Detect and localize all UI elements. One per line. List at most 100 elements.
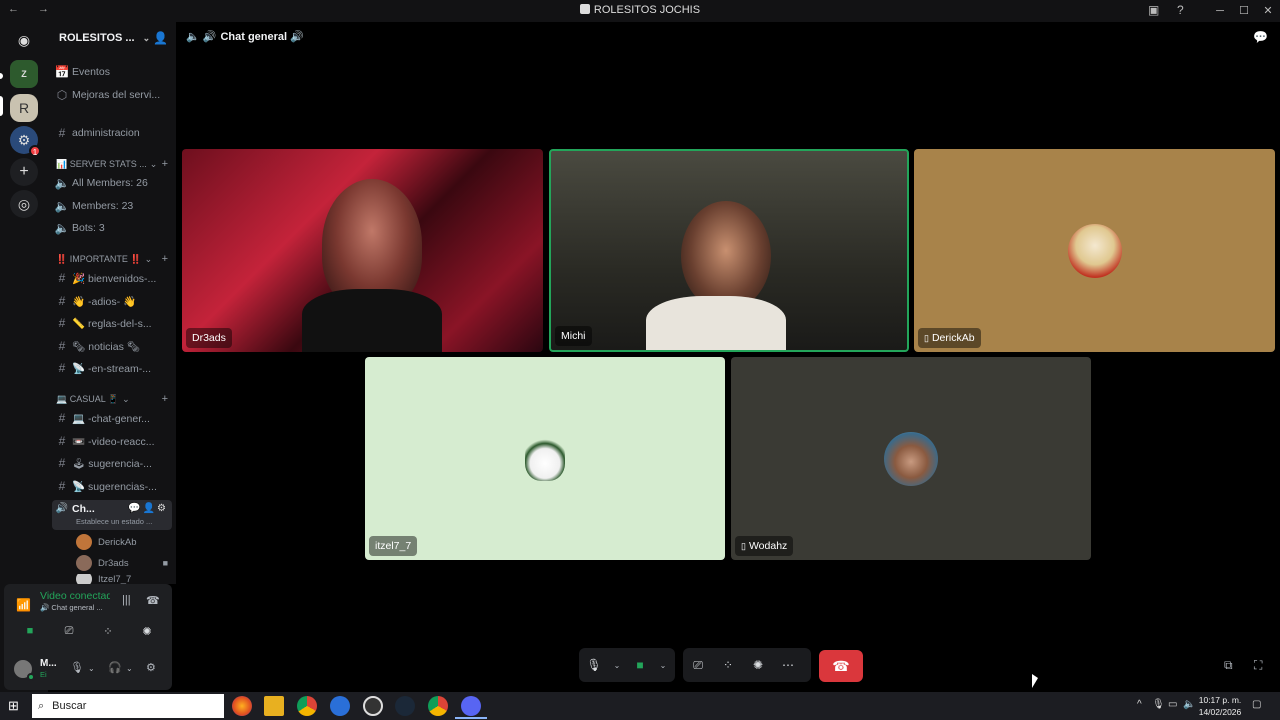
popout-icon[interactable]: ⧉ — [1224, 658, 1233, 673]
discover-icon[interactable]: ◎ — [10, 190, 38, 218]
channel-sugerencia[interactable]: # 🕹 sugerencia-... — [52, 453, 172, 473]
taskbar-search[interactable]: ⌕ Buscar — [32, 694, 224, 718]
microphone-icon[interactable]: 🎙 — [70, 661, 84, 674]
chevron-down-icon[interactable]: ⌄ — [655, 651, 671, 679]
stat-members[interactable]: 🔈 Members: 23 — [52, 196, 172, 216]
discord-home-icon[interactable]: ◉ — [10, 26, 38, 54]
noise-suppression-icon[interactable]: ||| — [122, 594, 131, 606]
voice-user-itzel[interactable]: Itzel7_7 — [76, 574, 172, 584]
add-server-icon[interactable]: + — [10, 158, 38, 186]
voice-channel-chat-general[interactable]: 🔊 Ch... 💬👤⚙ Establece un estado ... — [52, 500, 172, 530]
soundboard-button[interactable]: ✺ — [129, 620, 165, 642]
participant-name: Wodahz — [748, 540, 788, 552]
file-explorer-icon[interactable] — [264, 696, 284, 716]
channel-label: 📡 sugerencias-... — [72, 480, 157, 493]
title-bar: ← → ROLESITOS JOCHIS ▣ ? ─ ☐ ✕ — [0, 0, 1280, 22]
add-channel-icon[interactable]: + — [162, 393, 168, 405]
headphones-icon[interactable]: 🎧 — [108, 661, 122, 674]
video-tile-wodahz[interactable]: ▯ Wodahz — [731, 357, 1091, 560]
system-clock[interactable]: 10:17 p. m. 14/02/2026 — [1198, 694, 1242, 718]
channel-administracion[interactable]: # administracion — [52, 123, 172, 143]
minimize-button[interactable]: ─ — [1208, 0, 1232, 22]
activities-button[interactable]: ⁘ — [90, 620, 126, 642]
category-label: ‼️ IMPORTANTE ‼️ — [56, 253, 142, 264]
user-name[interactable]: M... — [40, 658, 57, 669]
channel-mejoras[interactable]: ⬡ Mejoras del servi... — [52, 85, 172, 105]
voice-user-derickab[interactable]: DerickAb — [76, 532, 172, 552]
chrome-icon[interactable] — [297, 696, 317, 716]
tray-mic-icon[interactable]: 🎙 — [1152, 699, 1165, 710]
volume-icon[interactable]: 🔈 — [1183, 699, 1195, 710]
voice-user-dr3ads[interactable]: Dr3ads ■ — [76, 553, 172, 573]
activities-button[interactable]: ⁘ — [713, 651, 743, 679]
firefox-icon[interactable] — [232, 696, 252, 716]
category-server-stats[interactable]: 📊 SERVER STATS ... ⌄ + — [56, 157, 172, 171]
channel-sugerencias[interactable]: # 📡 sugerencias-... — [52, 476, 172, 496]
chrome-profile-icon[interactable] — [428, 696, 448, 716]
steam-icon[interactable] — [395, 696, 415, 716]
help-icon[interactable]: ? — [1177, 3, 1184, 17]
voice-channel-name[interactable]: 🔊 Chat general ... — [40, 603, 103, 612]
invite-people-icon[interactable]: 👤 — [153, 31, 168, 45]
screen-share-button[interactable]: ⎚ — [51, 620, 87, 642]
discord-taskbar-icon[interactable] — [455, 696, 487, 719]
fullscreen-icon[interactable]: ⛶ — [1254, 658, 1262, 673]
camera-button[interactable]: ■ — [12, 620, 48, 642]
chat-icon[interactable]: 💬 — [1253, 30, 1268, 44]
video-tile-derickab[interactable]: ▯ DerickAb — [914, 149, 1275, 352]
video-tile-dr3ads[interactable]: Dr3ads — [182, 149, 543, 352]
channel-chat-general[interactable]: # 💻 -chat-gener... — [52, 408, 172, 428]
rolesitos-server-icon[interactable]: R — [10, 94, 38, 122]
disconnect-button[interactable]: ☎ — [819, 650, 863, 682]
stat-bots[interactable]: 🔈 Bots: 3 — [52, 218, 172, 238]
camera-button[interactable]: ■ — [625, 651, 655, 679]
mobile-icon: ▯ — [924, 332, 929, 343]
settings-icon[interactable]: ⚙ — [146, 661, 156, 674]
channel-adios[interactable]: # 👋 -adios- 👋 — [52, 291, 172, 311]
app-icon[interactable] — [363, 696, 383, 716]
chevron-down-icon: ⌄ — [122, 393, 130, 404]
server-3-icon[interactable]: ⚙ 1 — [10, 126, 41, 157]
channel-label: Eventos — [72, 66, 110, 78]
windows-start-icon[interactable]: ⊞ — [8, 698, 19, 714]
video-tile-itzel[interactable]: itzel7_7 — [365, 357, 725, 560]
maximize-button[interactable]: ☐ — [1232, 0, 1256, 22]
participant-name: Dr3ads — [192, 332, 226, 344]
chevron-down-icon[interactable]: ⌄ — [126, 664, 133, 673]
channel-noticias[interactable]: # 🗞 noticias 🗞 — [52, 336, 172, 356]
add-channel-icon[interactable]: + — [162, 253, 168, 265]
server-header[interactable]: ROLESITOS ... ⌄ 👤 — [48, 22, 176, 54]
hash-icon: # — [58, 316, 66, 330]
ccleaner-icon[interactable] — [330, 696, 350, 716]
add-channel-icon[interactable]: + — [162, 158, 168, 170]
tray-chevron-icon[interactable]: ^ — [1137, 699, 1142, 710]
window-controls: ─ ☐ ✕ — [1208, 0, 1280, 22]
channel-en-stream[interactable]: # 📡 -en-stream-... — [52, 358, 172, 378]
close-button[interactable]: ✕ — [1256, 0, 1280, 22]
channel-eventos[interactable]: 📅 Eventos — [52, 62, 172, 82]
participant-name: DerickAb — [931, 332, 975, 344]
network-icon[interactable]: ▭ — [1168, 699, 1177, 710]
channel-video-reacc[interactable]: # 📼 -video-reacc... — [52, 431, 172, 451]
disconnect-icon[interactable]: ☎ — [146, 594, 160, 607]
channel-actions[interactable]: 💬👤⚙ — [128, 503, 168, 514]
screen-share-button[interactable]: ⎚ — [683, 651, 713, 679]
stat-all-members[interactable]: 🔈 All Members: 26 — [52, 173, 172, 193]
category-importante[interactable]: ‼️ IMPORTANTE ‼️ ⌄ + — [56, 252, 172, 266]
microphone-button[interactable]: 🎙 — [579, 651, 609, 679]
zomber-server-icon[interactable]: Z — [10, 60, 38, 88]
chevron-down-icon: ⌄ — [144, 253, 153, 264]
channel-bienvenidos[interactable]: # 🎉 bienvenidos-... — [52, 268, 172, 288]
more-options-button[interactable]: ⋯ — [773, 651, 803, 679]
soundboard-button[interactable]: ✺ — [743, 651, 773, 679]
activity-group: ⎚ ⁘ ✺ ⋯ — [683, 648, 811, 682]
channel-reglas[interactable]: # 📏 reglas-del-s... — [52, 313, 172, 333]
signal-icon[interactable]: 📶 — [16, 598, 31, 612]
video-tile-michi[interactable]: Michi — [549, 149, 909, 352]
search-icon: ⌕ — [38, 699, 45, 712]
notifications-icon[interactable]: ▢ — [1252, 699, 1261, 710]
chevron-down-icon[interactable]: ⌄ — [609, 651, 625, 679]
inbox-icon[interactable]: ▣ — [1148, 3, 1159, 17]
chevron-down-icon[interactable]: ⌄ — [88, 664, 95, 673]
category-casual[interactable]: 💻 CASUAL 📱 ⌄ + — [56, 392, 172, 406]
